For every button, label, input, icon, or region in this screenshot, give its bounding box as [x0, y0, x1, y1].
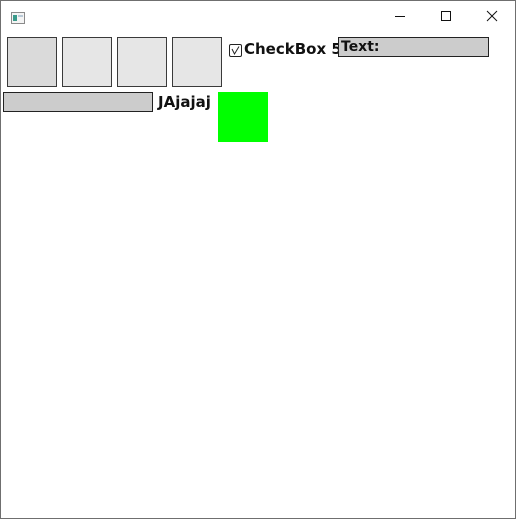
title-bar[interactable] [1, 1, 515, 31]
minimize-button[interactable] [377, 1, 423, 31]
minimize-icon [394, 7, 406, 26]
text-field-2[interactable] [3, 92, 153, 112]
maximize-icon [440, 7, 452, 26]
app-window: CheckBox 5 Text: JAjajaj [0, 0, 516, 519]
checkbox-label: CheckBox 5 [244, 40, 342, 58]
square-button-3[interactable] [117, 37, 167, 87]
close-icon [486, 7, 498, 26]
text-field-1[interactable]: Text: [338, 37, 489, 57]
checkbox-icon[interactable] [229, 43, 242, 57]
square-button-2[interactable] [62, 37, 112, 87]
maximize-button[interactable] [423, 1, 469, 31]
square-button-4[interactable] [172, 37, 222, 87]
checkbox-5[interactable]: CheckBox 5 [229, 40, 342, 58]
green-panel [218, 92, 268, 142]
square-button-1[interactable] [7, 37, 57, 87]
name-label: JAjajaj [158, 93, 211, 111]
app-icon [11, 9, 25, 24]
close-button[interactable] [469, 1, 515, 31]
